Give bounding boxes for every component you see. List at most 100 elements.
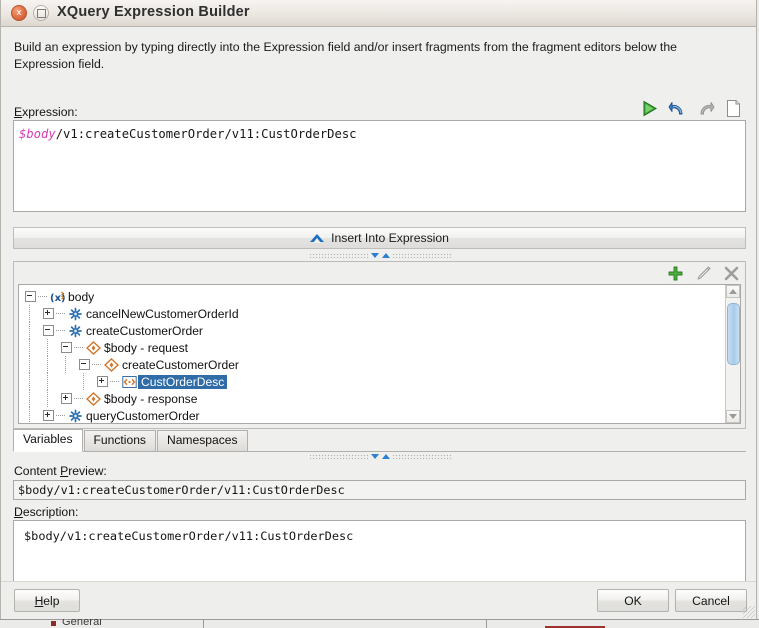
tree-label: body: [68, 289, 95, 304]
splitter-collapse-up-icon[interactable]: [382, 252, 390, 258]
element-icon: [122, 375, 137, 388]
splitter-top[interactable]: [1, 251, 759, 259]
instructions-text: Build an expression by typing directly i…: [14, 40, 678, 71]
tree-guide: [47, 390, 48, 407]
message-icon: [104, 357, 119, 372]
message-icon: [86, 391, 101, 406]
scrollbar-thumb[interactable]: [727, 303, 740, 365]
screen: General x XQuery Expression Builder Buil…: [0, 0, 759, 628]
scroll-up-arrow-icon[interactable]: [726, 285, 740, 298]
dialog-content: Build an expression by typing directly i…: [1, 27, 756, 619]
expression-label-mnemonic: E: [14, 105, 23, 119]
tree-connector: [110, 381, 120, 382]
expression-input[interactable]: $body/v1:createCustomerOrder/v11:CustOrd…: [13, 120, 746, 212]
tree-row[interactable]: CustOrderDesc: [21, 373, 740, 390]
tree-row[interactable]: createCustomerOrder: [21, 322, 740, 339]
tree-guide: [29, 390, 30, 407]
tree-expander-minus-icon[interactable]: [43, 325, 54, 336]
tab-variables[interactable]: Variables: [13, 429, 83, 452]
title-bar: x XQuery Expression Builder: [1, 0, 756, 27]
tree-guide: [29, 407, 30, 423]
tree-guide: [29, 305, 30, 322]
run-expression-icon[interactable]: [640, 99, 659, 118]
tree-expander-plus-icon[interactable]: [61, 393, 72, 404]
tree-row[interactable]: cancelNewCustomerOrderId: [21, 305, 740, 322]
ok-button[interactable]: OK: [597, 589, 669, 612]
tree-expander-plus-icon[interactable]: [97, 376, 108, 387]
tree-connector: [74, 398, 84, 399]
splitter-collapse-down-icon[interactable]: [371, 252, 379, 258]
edit-icon[interactable]: [694, 264, 713, 283]
content-preview-label-rest: review:: [68, 464, 107, 478]
content-preview-label-mnemonic: P: [60, 464, 69, 478]
tree-label: $body - response: [104, 391, 198, 406]
tree-label-selected: CustOrderDesc: [138, 374, 228, 389]
expression-text: $body/v1:createCustomerOrder/v11:CustOrd…: [19, 127, 357, 141]
tree-guide: [29, 339, 30, 356]
resize-grip[interactable]: [743, 606, 755, 618]
tree-connector: [74, 347, 84, 348]
cancel-button[interactable]: Cancel: [675, 589, 747, 612]
splitter-dots-right: [392, 252, 452, 258]
tree-label: cancelNewCustomerOrderId: [86, 306, 239, 321]
tree-row[interactable]: $body - response: [21, 390, 740, 407]
background-divider: [0, 619, 759, 620]
scroll-down-arrow-icon[interactable]: [726, 410, 740, 423]
tree-scrollbar[interactable]: [725, 285, 740, 423]
dialog-window: x XQuery Expression Builder Build an exp…: [0, 0, 757, 619]
tab-namespaces[interactable]: Namespaces: [156, 430, 248, 451]
help-button-label: elp: [43, 593, 60, 608]
tree-expander-minus-icon[interactable]: [25, 291, 36, 302]
chevron-up-icon: [310, 234, 325, 243]
tree-toolbar: [666, 264, 741, 283]
new-document-icon[interactable]: [724, 99, 743, 118]
tree-row[interactable]: queryCustomerOrder: [21, 407, 740, 423]
splitter-collapse-down-icon[interactable]: [371, 453, 379, 459]
tree-label: createCustomerOrder: [122, 357, 239, 372]
undo-icon[interactable]: [668, 99, 687, 118]
add-icon[interactable]: [666, 264, 685, 283]
tree-guide: [29, 373, 30, 390]
content-preview-field: $body/v1:createCustomerOrder/v11:CustOrd…: [13, 480, 746, 500]
tree-guide: [83, 373, 84, 390]
tree-row[interactable]: (x) body: [21, 288, 740, 305]
tab-functions[interactable]: Functions: [83, 430, 156, 451]
splitter-collapse-up-icon[interactable]: [382, 453, 390, 459]
insert-into-expression-label: Insert Into Expression: [331, 231, 449, 245]
insert-into-expression-button[interactable]: Insert Into Expression: [13, 227, 746, 249]
tree-connector: [56, 313, 66, 314]
tree-connector: [92, 364, 102, 365]
tree-connector: [56, 330, 66, 331]
redo-icon[interactable]: [696, 99, 715, 118]
content-preview-label: Content Preview:: [14, 464, 107, 478]
window-title: XQuery Expression Builder: [57, 4, 250, 20]
fragment-editor-panel: (x) body cancelNewCustomerOrderId create…: [13, 261, 746, 429]
tree-expander-minus-icon[interactable]: [79, 359, 90, 370]
expression-label-rest: xpression:: [22, 105, 78, 119]
tree-label: queryCustomerOrder: [86, 408, 200, 423]
tree-guide: [47, 339, 48, 356]
delete-icon[interactable]: [722, 264, 741, 283]
expression-path: /v1:createCustomerOrder/v11:CustOrderDes…: [55, 127, 357, 141]
expression-toolbar: [640, 99, 743, 118]
background-divider-right: [486, 619, 487, 628]
tree-guide: [29, 322, 30, 339]
expression-label: Expression:: [14, 105, 78, 119]
help-button-mnemonic: H: [34, 593, 44, 608]
tree-expander-plus-icon[interactable]: [43, 308, 54, 319]
close-icon[interactable]: x: [11, 5, 27, 21]
variable-icon: (x): [50, 291, 65, 304]
maximize-icon[interactable]: [33, 5, 49, 21]
variables-tree[interactable]: (x) body cancelNewCustomerOrderId create…: [18, 284, 741, 424]
tree-rows: (x) body cancelNewCustomerOrderId create…: [19, 285, 740, 423]
operation-icon: [69, 307, 82, 320]
tree-expander-plus-icon[interactable]: [43, 410, 54, 421]
tree-guide: [47, 373, 48, 390]
help-button[interactable]: Help: [14, 589, 80, 612]
splitter-bottom[interactable]: [1, 452, 759, 460]
tree-connector: [56, 415, 66, 416]
tree-row[interactable]: createCustomerOrder: [21, 356, 740, 373]
tree-expander-minus-icon[interactable]: [61, 342, 72, 353]
tree-row[interactable]: $body - request: [21, 339, 740, 356]
operation-icon: [69, 324, 82, 337]
